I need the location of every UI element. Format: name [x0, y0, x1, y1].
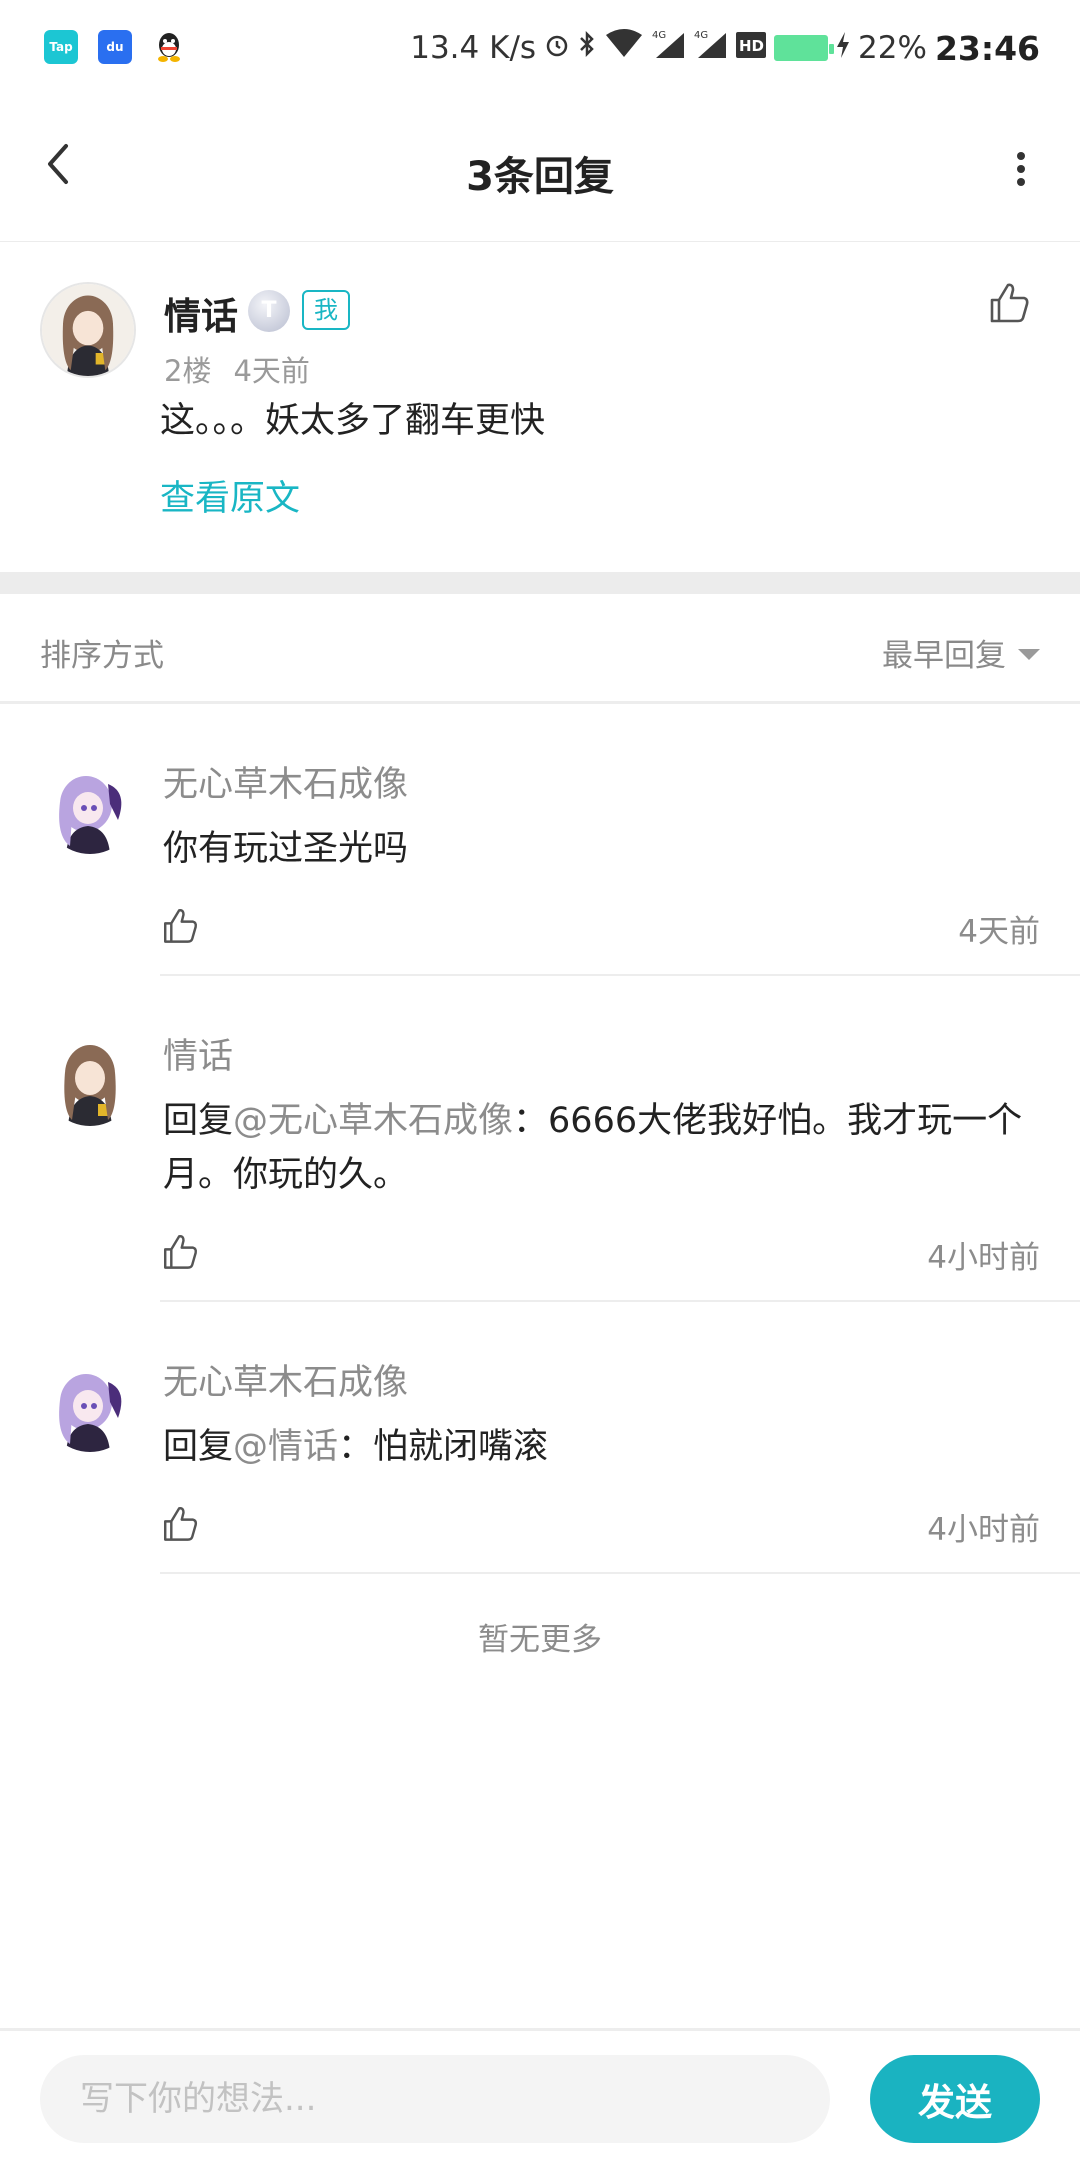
- status-bar: Tap du 13.4 K/s 4G 4G HD 22% 23:46: [0, 0, 1080, 96]
- baidu-icon: du: [98, 30, 132, 64]
- bluetooth-icon: [578, 30, 596, 66]
- avatar-brown-hair-image: [44, 1034, 136, 1126]
- reply-time: 4天前: [958, 914, 1040, 950]
- like-button[interactable]: [986, 280, 1032, 326]
- svg-text:HD: HD: [739, 37, 764, 55]
- clock: 23:46: [934, 28, 1040, 68]
- comment-input-bar: 发送: [0, 2028, 1080, 2160]
- like-button[interactable]: [160, 906, 200, 946]
- thumbs-up-icon: [164, 909, 198, 943]
- battery-icon: [774, 35, 835, 61]
- taptap-icon: Tap: [44, 30, 78, 64]
- caret-down-icon: [1018, 649, 1040, 660]
- send-button[interactable]: 发送: [870, 2055, 1040, 2143]
- avatar[interactable]: [40, 282, 136, 378]
- reply-item: 无心草木石成像 你有玩过圣光吗 4天前: [0, 704, 1080, 976]
- signal-4g-icon: 4G: [652, 29, 686, 67]
- reply-author-name[interactable]: 情话: [163, 1028, 233, 1079]
- reply-time: 4小时前: [927, 1240, 1040, 1276]
- more-dot-icon: [1017, 152, 1025, 160]
- reply-time: 4小时前: [927, 1512, 1040, 1548]
- post-meta: 2楼 4天前: [164, 348, 310, 390]
- alarm-icon: [544, 30, 570, 66]
- wifi-icon: [604, 29, 644, 67]
- section-divider: [0, 572, 1080, 594]
- sort-dropdown[interactable]: 最早回复: [882, 630, 1040, 675]
- svg-text:4G: 4G: [694, 30, 708, 41]
- like-button[interactable]: [160, 1504, 200, 1544]
- divider: [160, 1572, 1080, 1574]
- post-author-name[interactable]: 情话: [164, 286, 238, 340]
- avatar[interactable]: [44, 1034, 136, 1126]
- avatar-purple-hair-image: [44, 762, 136, 854]
- charging-icon: [836, 30, 850, 66]
- reply-item: 无心草木石成像 回复@情话：怕就闭嘴滚 4小时前: [0, 1302, 1080, 1574]
- level-badge: T: [248, 290, 290, 332]
- signal-4g-icon-2: 4G: [694, 29, 728, 67]
- sort-bar: 排序方式 最早回复: [0, 594, 1080, 704]
- avatar-brown-hair-image: [42, 284, 134, 376]
- thumbs-up-icon: [164, 1507, 198, 1541]
- sort-label: 排序方式: [40, 638, 164, 674]
- like-button[interactable]: [160, 1232, 200, 1272]
- battery-percent: 22%: [858, 30, 927, 66]
- avatar-purple-hair-image: [44, 1360, 136, 1452]
- status-right: 13.4 K/s 4G 4G HD 22% 23:46: [410, 28, 1040, 68]
- page-title: 3条回复: [466, 154, 614, 200]
- sort-selected-value: 最早回复: [882, 638, 1006, 674]
- svg-text:4G: 4G: [652, 30, 666, 41]
- reply-detail-page: Tap du 13.4 K/s 4G 4G HD 22% 23:46 3条回复 …: [0, 0, 1080, 2160]
- thumbs-up-icon: [164, 1235, 198, 1269]
- view-original-link[interactable]: 查看原文: [160, 470, 300, 521]
- mention-link[interactable]: @情话: [233, 1427, 338, 1467]
- reply-content: 你有玩过圣光吗: [163, 829, 409, 869]
- main-post: 情话 T 我 2楼 4天前 这。。。妖太多了翻车更快 查看原文: [0, 242, 1080, 572]
- comment-input[interactable]: [40, 2055, 830, 2143]
- avatar[interactable]: [44, 1360, 136, 1452]
- hd-icon: HD: [736, 30, 767, 66]
- post-content: 这。。。妖太多了翻车更快: [160, 401, 546, 441]
- thumbs-up-icon: [990, 283, 1029, 323]
- post-time: 4天前: [233, 354, 310, 388]
- title-bar: 3条回复: [0, 96, 1080, 242]
- qq-icon: [152, 30, 186, 64]
- avatar[interactable]: [44, 762, 136, 854]
- floor-number: 2楼: [164, 354, 212, 388]
- net-speed: 13.4 K/s: [410, 30, 537, 66]
- reply-item: 情话 回复@无心草木石成像：6666大佬我好怕。我才玩一个月。你玩的久。 4小时…: [0, 976, 1080, 1302]
- no-more-label: 暂无更多: [478, 1622, 602, 1658]
- reply-content: 回复@情话：怕就闭嘴滚: [163, 1427, 549, 1467]
- me-badge: 我: [302, 290, 350, 330]
- reply-author-name[interactable]: 无心草木石成像: [163, 756, 408, 807]
- mention-link[interactable]: @无心草木石成像: [233, 1101, 513, 1141]
- reply-content: 回复@无心草木石成像：6666大佬我好怕。我才玩一个月。你玩的久。: [163, 1101, 1023, 1195]
- more-options-button[interactable]: [990, 138, 1050, 198]
- reply-author-name[interactable]: 无心草木石成像: [163, 1354, 408, 1405]
